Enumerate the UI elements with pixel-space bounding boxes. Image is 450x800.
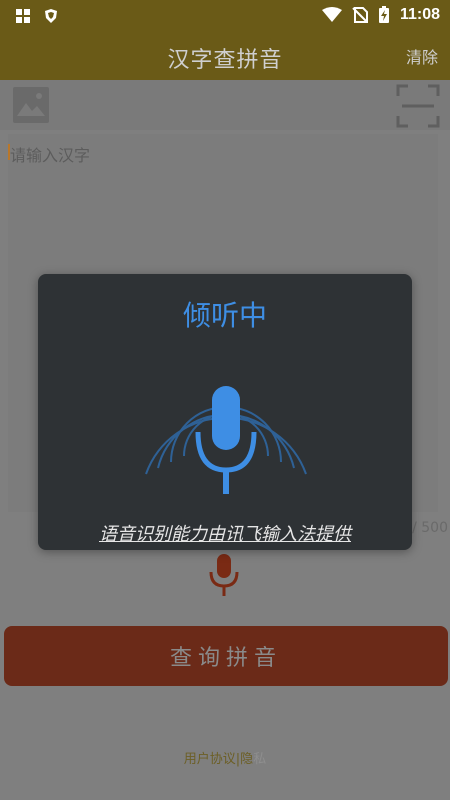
- shield-icon: [45, 9, 57, 23]
- wifi-icon: [321, 7, 342, 22]
- listening-title: 倾听中: [182, 299, 267, 332]
- app-grid-icon: [16, 9, 30, 23]
- query-pinyin-label: 查询拼音: [169, 646, 282, 671]
- page-title: 汉字查拼音: [167, 48, 283, 73]
- toolbar: [0, 80, 450, 130]
- speech-provider-caption[interactable]: 语音识别能力由讯飞输入法提供: [38, 520, 412, 546]
- battery-charging-icon: [378, 6, 389, 23]
- query-pinyin-button[interactable]: 查询拼音: [4, 626, 448, 686]
- footer-text: 用户协议|隐: [183, 752, 254, 767]
- microphone-icon[interactable]: [206, 552, 242, 600]
- listening-dialog: 倾听中 语音识别能力由讯飞输入法提供: [38, 274, 412, 550]
- status-right-icons: 11:08: [321, 6, 440, 24]
- clear-button[interactable]: 清除: [406, 44, 438, 68]
- status-left-icons: [16, 8, 58, 24]
- listening-microphone-icon[interactable]: [126, 334, 326, 514]
- footer-links[interactable]: 用户协议|隐私: [0, 748, 450, 767]
- status-bar: 11:08: [0, 0, 450, 32]
- image-icon[interactable]: [12, 86, 50, 124]
- no-sim-icon: [352, 7, 368, 23]
- status-time: 11:08: [399, 6, 440, 23]
- scan-icon[interactable]: [396, 84, 440, 128]
- input-placeholder: 请输入汉字: [10, 146, 91, 165]
- footer-fade-text: 私: [253, 752, 267, 767]
- app-bar: 汉字查拼音 清除: [0, 32, 450, 80]
